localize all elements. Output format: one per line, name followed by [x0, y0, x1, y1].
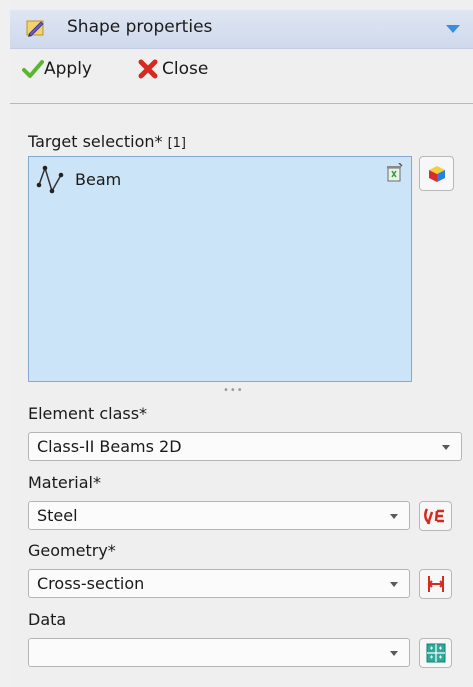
shape-properties-panel: Shape properties Apply Close Target sele… — [10, 0, 473, 687]
chevron-down-icon — [390, 651, 398, 656]
material-label: Material* — [28, 473, 101, 492]
geometry-dropdown[interactable]: Cross-section — [28, 569, 410, 598]
list-item-label: Beam — [75, 169, 122, 189]
element-class-label: Element class* — [28, 404, 148, 423]
separator — [10, 103, 473, 104]
element-class-value: Class-II Beams 2D — [37, 437, 182, 456]
data-label: Data — [28, 610, 67, 629]
data-editor-button[interactable] — [419, 638, 452, 668]
chevron-down-icon — [390, 582, 398, 587]
panel-title: Shape properties — [67, 17, 213, 37]
collapse-arrow-icon[interactable] — [446, 25, 460, 33]
cube-icon — [428, 165, 445, 182]
apply-label: Apply — [44, 59, 92, 79]
polyline-icon — [36, 165, 64, 194]
select-entities-button[interactable] — [419, 156, 454, 191]
material-dropdown[interactable]: Steel — [28, 501, 410, 530]
geometry-editor-button[interactable] — [419, 569, 452, 599]
target-selection-list[interactable]: Beam — [28, 156, 412, 382]
list-item[interactable]: Beam — [35, 163, 121, 195]
material-value: Steel — [37, 506, 78, 525]
chevron-down-icon — [442, 445, 450, 450]
geometry-value: Cross-section — [37, 574, 145, 593]
material-editor-button[interactable] — [419, 501, 452, 531]
close-icon — [138, 59, 158, 79]
resize-grip[interactable]: ••• — [223, 385, 244, 396]
close-label: Close — [162, 59, 209, 79]
data-dropdown[interactable] — [28, 638, 410, 667]
apply-button[interactable]: Apply — [22, 59, 92, 79]
panel-header[interactable]: Shape properties — [10, 10, 473, 49]
target-selection-label: Target selection* [1] — [28, 132, 186, 151]
action-bar: Apply Close — [10, 52, 473, 96]
material-epsilon-icon — [423, 508, 444, 525]
checkmark-icon — [22, 60, 44, 78]
target-count: [1] — [167, 136, 187, 151]
target-label-text: Target selection* — [28, 132, 163, 151]
pencil-icon — [26, 20, 44, 37]
element-class-dropdown[interactable]: Class-II Beams 2D — [28, 432, 462, 461]
clear-selection-icon[interactable] — [385, 163, 403, 183]
geometry-label: Geometry* — [28, 541, 116, 560]
chevron-down-icon — [390, 514, 398, 519]
cross-section-icon — [427, 576, 444, 592]
close-button[interactable]: Close — [137, 59, 208, 79]
table-grid-icon — [426, 643, 445, 663]
